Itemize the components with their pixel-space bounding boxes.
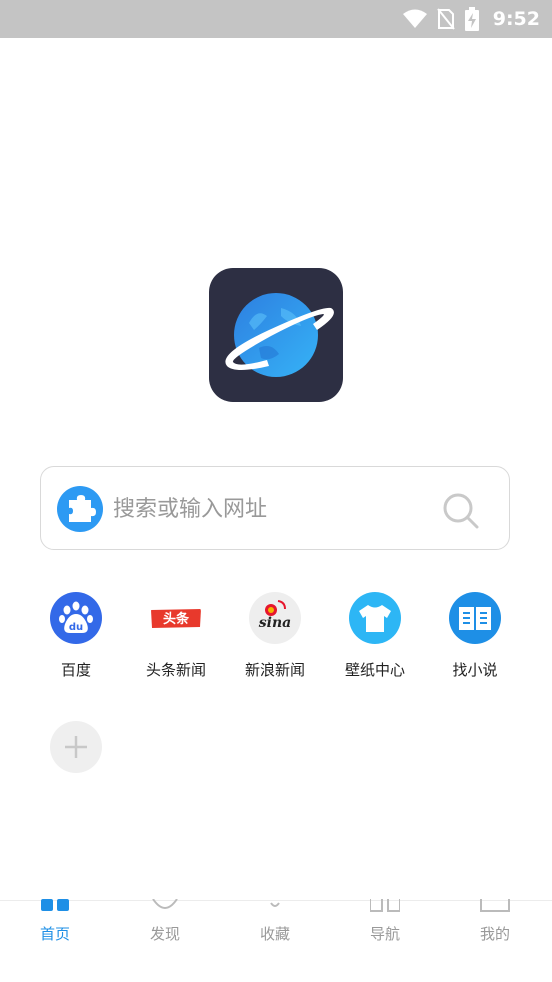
- tab-profile[interactable]: 我的: [440, 899, 550, 982]
- no-sim-icon: [436, 8, 455, 30]
- status-bar: 9:52: [0, 0, 552, 38]
- tab-home[interactable]: 首页: [0, 899, 110, 982]
- shortcut-toutiao[interactable]: 头条 头条新闻: [126, 592, 226, 680]
- tab-label: 导航: [369, 925, 400, 943]
- tab-label: 首页: [39, 925, 70, 943]
- tab-navigation[interactable]: 导航: [330, 899, 440, 982]
- navigation-icon: [370, 899, 400, 912]
- tab-discover[interactable]: 发现: [110, 899, 220, 982]
- sina-icon: sina: [249, 592, 301, 644]
- shortcut-baidu[interactable]: du 百度: [26, 592, 126, 680]
- puzzle-icon[interactable]: [57, 486, 103, 532]
- add-shortcut-button[interactable]: [50, 721, 102, 773]
- svg-text:头条: 头条: [163, 611, 190, 627]
- tab-label: 我的: [479, 925, 510, 943]
- profile-icon: [480, 899, 510, 912]
- shortcut-label: 壁纸中心: [344, 661, 405, 679]
- battery-charging-icon: [464, 7, 479, 31]
- bottom-tab-bar: 首页 发现 收藏 导航 我的: [0, 899, 552, 982]
- plus-icon: [65, 736, 87, 758]
- status-time: 9:52: [492, 8, 540, 30]
- planet-logo-icon: [209, 268, 343, 402]
- toutiao-icon: 头条: [150, 592, 202, 644]
- wifi-icon: [402, 9, 427, 28]
- svg-text:sina: sina: [259, 615, 291, 631]
- search-icon[interactable]: [441, 491, 481, 531]
- search-bar[interactable]: [40, 466, 510, 550]
- shortcut-label: 头条新闻: [145, 661, 206, 679]
- svg-text:du: du: [69, 622, 83, 633]
- book-icon: [449, 592, 501, 644]
- tab-label: 收藏: [259, 925, 290, 943]
- tshirt-icon: [349, 592, 401, 644]
- search-input[interactable]: [113, 489, 413, 529]
- shortcut-wallpaper[interactable]: 壁纸中心: [325, 592, 425, 680]
- shortcut-novel[interactable]: 找小说: [425, 592, 525, 680]
- discover-icon: [152, 899, 178, 909]
- status-icons: 9:52: [402, 0, 540, 38]
- tab-label: 发现: [149, 925, 180, 943]
- favorites-icon: [270, 902, 280, 907]
- home-icon: [41, 899, 69, 911]
- shortcut-sina[interactable]: sina 新浪新闻: [225, 592, 325, 680]
- tab-favorites[interactable]: 收藏: [220, 901, 330, 982]
- shortcut-label: 百度: [60, 661, 91, 679]
- baidu-icon: du: [50, 592, 102, 644]
- shortcut-label: 找小说: [452, 661, 498, 679]
- shortcut-label: 新浪新闻: [244, 661, 305, 679]
